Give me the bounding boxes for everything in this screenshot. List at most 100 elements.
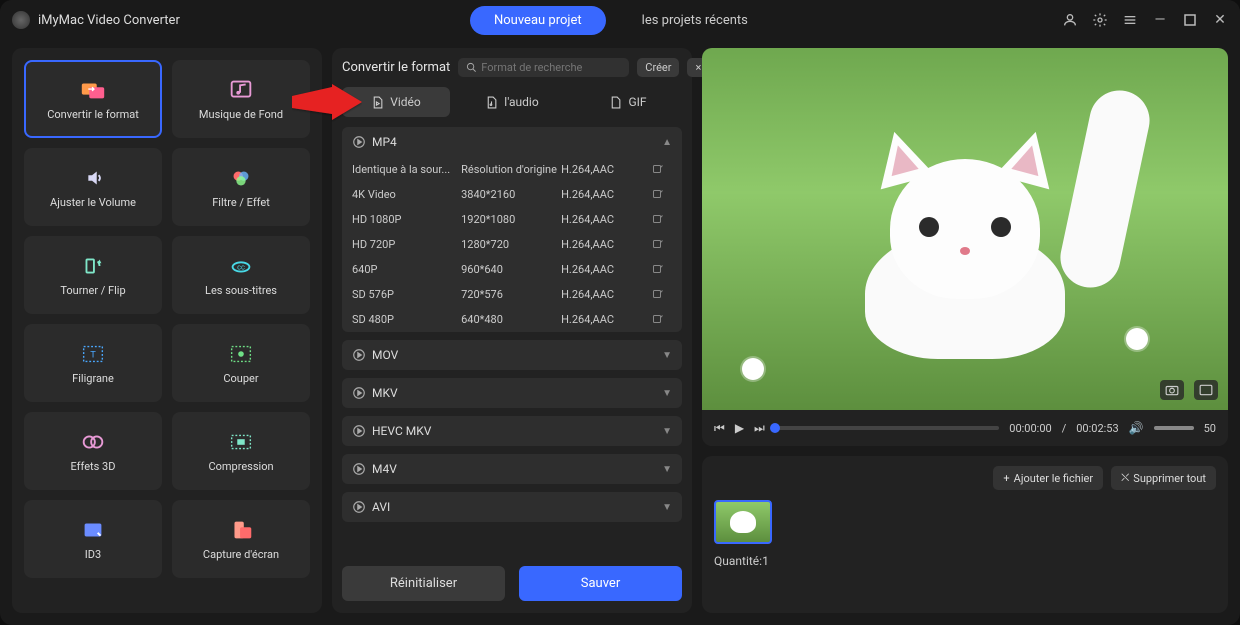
preset-name: HD 720P [352, 238, 461, 251]
seek-track[interactable] [775, 426, 999, 430]
tool-watermark[interactable]: TFiligrane [24, 324, 162, 402]
tab-video-label: Vidéo [390, 95, 421, 109]
format-group-header[interactable]: M4V▼ [342, 454, 682, 484]
preset-codec: H.264,AAC [561, 263, 652, 276]
format-row[interactable]: SD 480P640*480H.264,AAC [342, 307, 682, 332]
tab-audio[interactable]: l'audio [458, 87, 566, 117]
tool-3d[interactable]: Effets 3D [24, 412, 162, 490]
settings-icon[interactable] [1092, 12, 1108, 28]
audio-file-icon [485, 96, 498, 109]
edit-preset-icon[interactable] [652, 239, 672, 251]
delete-all-button[interactable]: ⛌Supprimer tout [1111, 466, 1216, 490]
volume-icon [79, 166, 107, 190]
tool-rotate[interactable]: Tourner / Flip [24, 236, 162, 314]
fullscreen-button[interactable] [1194, 380, 1218, 400]
video-preview[interactable] [702, 48, 1228, 410]
tools-sidebar: Convertir le format Musique de FondAjuste… [12, 48, 322, 613]
tool-label: Filtre / Effet [212, 196, 270, 209]
play-button[interactable]: ▶ [735, 421, 744, 435]
preset-codec: H.264,AAC [561, 163, 652, 176]
tool-music[interactable]: Musique de Fond [172, 60, 310, 138]
next-button[interactable]: ⏭ [754, 421, 765, 436]
tool-trim[interactable]: Couper [172, 324, 310, 402]
watermark-icon: T [79, 342, 107, 366]
tab-gif-label: GIF [628, 95, 646, 109]
edit-preset-icon[interactable] [652, 214, 672, 226]
format-row[interactable]: Identique à la sour...Résolution d'origi… [342, 157, 682, 182]
preset-name: 640P [352, 263, 461, 276]
snapshot-button[interactable] [1160, 380, 1184, 400]
tool-screenshot[interactable]: Capture d'écran [172, 500, 310, 578]
format-group-header[interactable]: HEVC MKV▼ [342, 416, 682, 446]
format-row[interactable]: 4K Video3840*2160H.264,AAC [342, 182, 682, 207]
tool-convert[interactable]: Convertir le format [24, 60, 162, 138]
tool-volume[interactable]: Ajuster le Volume [24, 148, 162, 226]
panel-header: Convertir le format Créer × [342, 58, 682, 77]
format-group-header[interactable]: AVI▼ [342, 492, 682, 522]
chevron-icon: ▼ [662, 464, 672, 475]
format-group-header[interactable]: MP4▲ [342, 127, 682, 157]
convert-icon [79, 78, 107, 102]
volume-value: 50 [1204, 422, 1216, 435]
tool-compress[interactable]: Compression [172, 412, 310, 490]
preview-corner-controls [1160, 380, 1218, 400]
volume-slider[interactable] [1154, 426, 1194, 430]
tool-id3[interactable]: ID3 [24, 500, 162, 578]
reset-button[interactable]: Réinitialiser [342, 566, 505, 601]
queue-item[interactable] [714, 500, 772, 544]
tab-gif[interactable]: GIF [574, 87, 682, 117]
tool-label: Capture d'écran [203, 548, 279, 561]
preset-res: Résolution d'origine [461, 163, 561, 176]
rotate-icon [79, 254, 107, 278]
format-tabs: Vidéo l'audio GIF [342, 87, 682, 117]
format-row[interactable]: SD 576P720*576H.264,AAC [342, 282, 682, 307]
new-project-button[interactable]: Nouveau projet [470, 6, 606, 35]
window-maximize-button[interactable] [1182, 12, 1198, 28]
tool-label: Effets 3D [71, 460, 116, 473]
create-format-button[interactable]: Créer [637, 58, 679, 77]
compress-icon [227, 430, 255, 454]
time-sep: / [1062, 422, 1067, 435]
format-search-input[interactable] [481, 61, 621, 74]
tool-filter[interactable]: Filtre / Effet [172, 148, 310, 226]
preset-codec: H.264,AAC [561, 213, 652, 226]
format-search[interactable] [458, 58, 629, 77]
user-icon[interactable] [1062, 12, 1078, 28]
tool-subtitle[interactable]: ccLes sous-titres [172, 236, 310, 314]
format-row[interactable]: HD 720P1280*720H.264,AAC [342, 232, 682, 257]
edit-preset-icon[interactable] [652, 264, 672, 276]
format-icon [352, 500, 366, 514]
format-group-header[interactable]: MOV▼ [342, 340, 682, 370]
prev-button[interactable]: ⏮ [714, 421, 725, 436]
format-row[interactable]: 640P960*640H.264,AAC [342, 257, 682, 282]
preset-res: 3840*2160 [461, 188, 561, 201]
chevron-icon: ▼ [662, 350, 672, 361]
queue-pane: +Ajouter le fichier ⛌Supprimer tout Quan… [702, 456, 1228, 613]
edit-preset-icon[interactable] [652, 289, 672, 301]
preset-name: 4K Video [352, 188, 461, 201]
seek-knob[interactable] [770, 423, 780, 433]
format-group-mov: MOV▼ [342, 340, 682, 370]
format-group-mkv: MKV▼ [342, 378, 682, 408]
tab-video[interactable]: Vidéo [342, 87, 450, 117]
preset-name: Identique à la sour... [352, 163, 461, 176]
volume-icon[interactable]: 🔊 [1129, 421, 1144, 435]
edit-preset-icon[interactable] [652, 314, 672, 326]
add-file-button[interactable]: +Ajouter le fichier [993, 466, 1103, 490]
queue-thumbnails [714, 500, 1216, 544]
format-list[interactable]: MP4▲Identique à la sour...Résolution d'o… [342, 127, 682, 554]
edit-preset-icon[interactable] [652, 164, 672, 176]
recent-projects-button[interactable]: les projets récents [618, 6, 772, 35]
window-minimize-button[interactable]: — [1152, 12, 1168, 28]
titlebar: iMyMac Video Converter Nouveau projet le… [0, 0, 1240, 40]
save-button[interactable]: Sauver [519, 566, 682, 601]
window-close-button[interactable]: ✕ [1212, 12, 1228, 28]
format-group-name: MP4 [372, 135, 397, 149]
tool-label: Convertir le format [47, 108, 139, 121]
format-group-header[interactable]: MKV▼ [342, 378, 682, 408]
app-title: iMyMac Video Converter [38, 13, 180, 28]
menu-icon[interactable] [1122, 12, 1138, 28]
format-row[interactable]: HD 1080P1920*1080H.264,AAC [342, 207, 682, 232]
time-total: 00:02:53 [1076, 422, 1118, 435]
edit-preset-icon[interactable] [652, 189, 672, 201]
